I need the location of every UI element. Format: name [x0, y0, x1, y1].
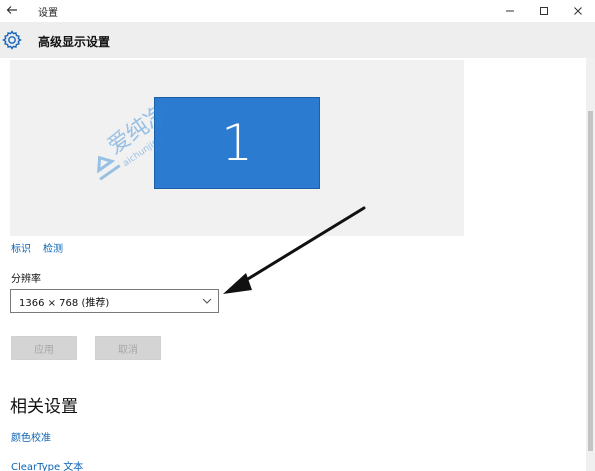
cleartype-text-link[interactable]: ClearType 文本 [11, 458, 83, 471]
display-preview: 1 [10, 60, 464, 236]
resolution-dropdown[interactable]: 1366 × 768 (推荐) [10, 289, 219, 313]
chevron-down-icon [202, 298, 212, 304]
apply-button[interactable]: 应用 [11, 336, 77, 360]
back-arrow-icon [6, 6, 17, 14]
color-calibration-link[interactable]: 颜色校准 [11, 429, 51, 444]
gear-icon [2, 30, 22, 50]
scrollbar-thumb[interactable] [588, 111, 593, 451]
settings-window: 设置 高级显示设置 1 标识 检测 分辨率 1366 × 768 (推荐) 应用… [0, 0, 595, 471]
vertical-scrollbar[interactable] [586, 58, 595, 471]
window-controls [493, 0, 595, 22]
title-bar: 设置 [0, 0, 595, 22]
minimize-button[interactable] [493, 0, 527, 22]
close-button[interactable] [561, 0, 595, 22]
detect-link[interactable]: 检测 [43, 240, 63, 255]
resolution-value: 1366 × 768 (推荐) [19, 297, 110, 309]
page-header: 高级显示设置 [0, 22, 595, 58]
identify-link[interactable]: 标识 [11, 240, 31, 255]
related-settings-heading: 相关设置 [10, 397, 78, 417]
close-icon [574, 7, 582, 15]
window-title: 设置 [38, 8, 58, 19]
resolution-label: 分辨率 [11, 274, 41, 285]
cancel-button[interactable]: 取消 [95, 336, 161, 360]
minimize-icon [506, 10, 514, 12]
main-content: 1 标识 检测 分辨率 1366 × 768 (推荐) 应用 取消 相关设置 颜… [0, 58, 586, 471]
back-button[interactable] [4, 2, 20, 18]
page-title: 高级显示设置 [38, 35, 111, 49]
maximize-icon [540, 7, 548, 15]
monitor-1[interactable]: 1 [154, 97, 320, 189]
maximize-button[interactable] [527, 0, 561, 22]
display-links: 标识 检测 [11, 240, 63, 255]
monitor-number: 1 [221, 114, 253, 172]
